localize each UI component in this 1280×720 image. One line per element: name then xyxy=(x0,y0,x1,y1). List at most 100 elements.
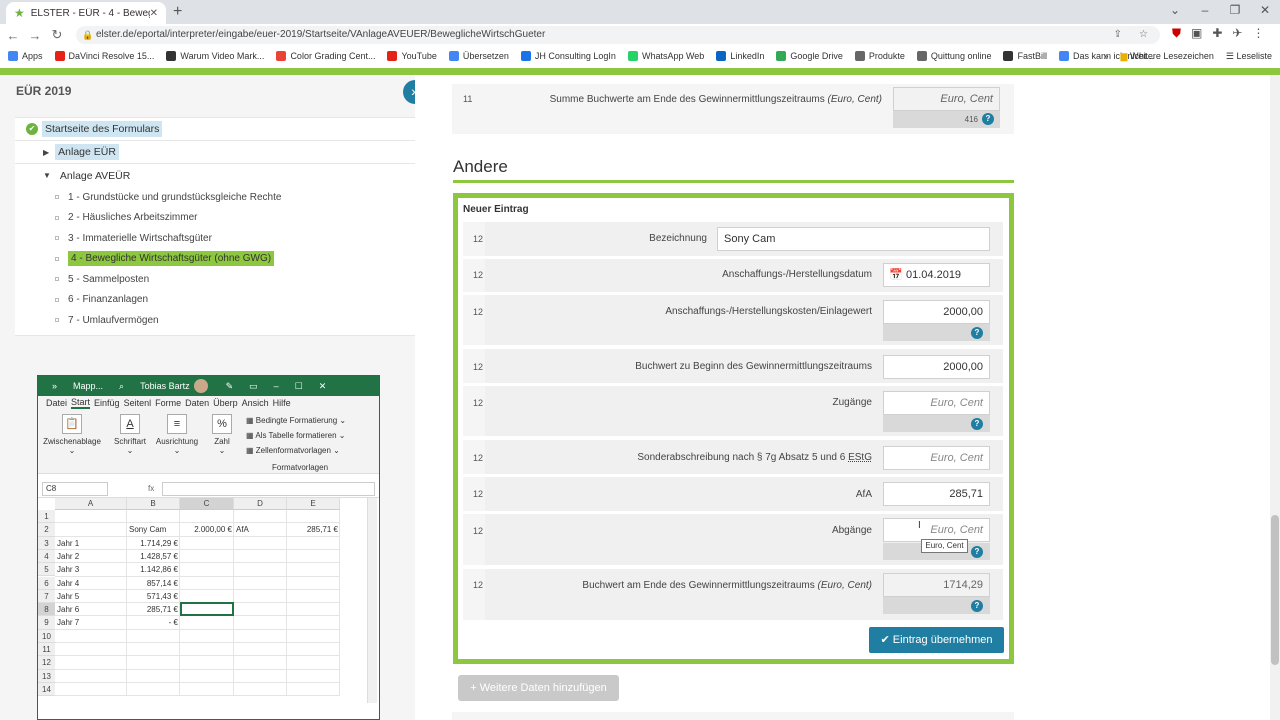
row-header[interactable]: 2 xyxy=(38,523,55,537)
cell[interactable]: 1.714,29 € xyxy=(129,537,178,550)
minimize-icon[interactable]: – xyxy=(1190,0,1220,24)
row-header[interactable]: 8 xyxy=(38,603,55,617)
help-icon[interactable]: ? xyxy=(971,327,983,339)
row-header[interactable]: 5 xyxy=(38,563,55,577)
nav-anlage-eur[interactable]: ▶ Anlage EÜR xyxy=(15,141,415,164)
bookmark-item[interactable]: JH Consulting LogIn xyxy=(520,51,616,61)
bookmark-item[interactable]: YouTube xyxy=(387,51,437,61)
row-header[interactable]: 9 xyxy=(38,616,55,630)
reading-list-button[interactable]: ☰ Leseliste xyxy=(1226,51,1272,62)
row-header[interactable]: 7 xyxy=(38,589,55,604)
nav-subitem[interactable]: 2 - Häusliches Arbeitszimmer xyxy=(15,208,415,229)
ribbon-display-icon[interactable]: ▭ xyxy=(249,381,258,392)
cell[interactable]: Jahr 6 xyxy=(57,603,125,616)
excel-menu-tab[interactable]: Start xyxy=(71,397,91,409)
nav-anlage-aveur[interactable]: ▼ Anlage AVEÜR xyxy=(15,164,415,187)
plane-icon[interactable]: ✈ xyxy=(1232,26,1242,41)
nav-subitem[interactable]: 1 - Grundstücke und grundstücksgleiche R… xyxy=(15,187,415,208)
page-scrollbar-thumb[interactable] xyxy=(1271,515,1279,665)
avatar[interactable] xyxy=(193,379,208,393)
maximize-icon[interactable]: ☐ xyxy=(295,381,303,392)
restore-icon[interactable]: ❐ xyxy=(1220,0,1250,24)
excel-search-icon[interactable]: ⌕ xyxy=(119,381,124,392)
row-header[interactable]: 14 xyxy=(38,682,55,697)
cell[interactable]: 1.142,86 € xyxy=(129,563,178,576)
sonderabschreibung-input[interactable]: Euro, Cent xyxy=(883,446,990,470)
name-box[interactable]: C8 xyxy=(42,481,108,496)
nav-subitem[interactable]: 6 - Finanzanlagen xyxy=(15,290,415,311)
cell[interactable]: 1.428,57 € xyxy=(129,550,178,563)
afa-input[interactable]: 285,71 xyxy=(883,482,990,506)
column-header[interactable]: C xyxy=(180,498,234,510)
cell[interactable]: Jahr 2 xyxy=(57,550,125,563)
cell[interactable]: Jahr 3 xyxy=(57,563,125,576)
close-window-icon[interactable]: ✕ xyxy=(1250,0,1280,24)
eintrag-uebernehmen-button[interactable]: ✔ Eintrag übernehmen xyxy=(869,627,1004,653)
help-icon[interactable]: ? xyxy=(971,546,983,558)
cell[interactable]: 571,43 € xyxy=(129,590,178,603)
row-header[interactable]: 1 xyxy=(38,510,55,524)
minimize-icon[interactable]: – xyxy=(274,381,279,391)
cell[interactable]: AfA xyxy=(236,523,285,536)
cell[interactable]: Jahr 7 xyxy=(57,616,125,629)
share-icon[interactable]: ⇪ xyxy=(1114,26,1122,44)
bookmark-item[interactable]: Color Grading Cent... xyxy=(276,51,375,61)
extension-icon[interactable]: ▣ xyxy=(1191,26,1202,41)
datum-input[interactable]: 📅 01.04.2019 xyxy=(883,263,990,287)
cell[interactable]: Jahr 5 xyxy=(57,590,125,603)
help-icon[interactable]: ? xyxy=(982,113,994,125)
bookmark-item[interactable]: DaVinci Resolve 15... xyxy=(54,51,154,61)
bookmark-item[interactable]: Warum Video Mark... xyxy=(166,51,264,61)
cell-styles-button[interactable]: ▦ Zellenformatvorlagen ⌄ xyxy=(246,446,340,455)
caret-right-icon[interactable]: ▶ xyxy=(43,148,49,157)
url-bar[interactable]: 🔒 elster.de/eportal/interpreter/eingabe/… xyxy=(76,26,1160,44)
puzzle-icon[interactable]: ✚ xyxy=(1212,26,1222,41)
bookmark-item[interactable]: Produkte xyxy=(854,51,905,61)
excel-menu-tab[interactable]: Überp xyxy=(213,398,238,408)
row-header[interactable]: 12 xyxy=(38,656,55,670)
row-header[interactable]: 11 xyxy=(38,643,55,657)
nav-subitem[interactable]: 3 - Immaterielle Wirtschaftsgüter xyxy=(15,228,415,249)
row-header[interactable]: 10 xyxy=(38,629,55,643)
conditional-formatting-button[interactable]: ▦ Bedingte Formatierung ⌄ xyxy=(246,416,346,425)
pen-icon[interactable]: ✎ xyxy=(226,381,234,392)
selected-cell[interactable] xyxy=(180,602,234,617)
excel-menu-tab[interactable]: Einfüg xyxy=(94,398,120,408)
chevron-down-icon[interactable]: ⌄ xyxy=(1160,0,1190,24)
caret-down-icon[interactable]: ▼ xyxy=(43,171,51,180)
estg-abbr[interactable]: EStG xyxy=(848,452,872,463)
cell[interactable]: - € xyxy=(129,616,178,629)
nav-subitem[interactable]: 7 - Umlaufvermögen xyxy=(15,310,415,331)
bookmark-item[interactable]: FastBill xyxy=(1003,51,1047,61)
new-tab-icon[interactable]: + xyxy=(173,3,182,21)
bookmark-item[interactable]: WhatsApp Web xyxy=(627,51,704,61)
excel-menu-tab[interactable]: Forme xyxy=(155,398,181,408)
close-tab-icon[interactable]: ✕ xyxy=(150,8,158,19)
number-group[interactable]: % Zahl ⌄ xyxy=(208,414,236,455)
bookmark-item[interactable]: LinkedIn xyxy=(716,51,764,61)
format-as-table-button[interactable]: ▦ Als Tabelle formatieren ⌄ xyxy=(246,431,346,440)
nav-startseite[interactable]: ✔ Startseite des Formulars xyxy=(15,118,415,141)
cell[interactable]: Sony Cam xyxy=(129,523,178,536)
row-header[interactable]: 4 xyxy=(38,549,55,564)
close-icon[interactable]: ✕ xyxy=(319,381,327,392)
bookmark-item[interactable]: Übersetzen xyxy=(448,51,509,61)
menu-dots-icon[interactable]: ⋮ xyxy=(1252,26,1264,41)
excel-menu-tab[interactable]: Hilfe xyxy=(273,398,291,408)
ublock-icon[interactable]: ⛊ xyxy=(1172,26,1181,41)
clipboard-group[interactable]: 📋 Zwischenablage ⌄ xyxy=(42,414,102,455)
cell[interactable]: 2.000,00 € xyxy=(182,523,232,536)
lock-icon[interactable]: 🔒 xyxy=(82,26,93,44)
bookmark-item[interactable]: Apps xyxy=(8,51,43,61)
excel-menu-tab[interactable]: Daten xyxy=(185,398,209,408)
calendar-icon[interactable]: 📅 xyxy=(889,264,903,286)
column-header[interactable]: D xyxy=(234,498,287,510)
nav-subitem[interactable]: 4 - Bewegliche Wirtschaftsgüter (ohne GW… xyxy=(15,249,415,270)
column-header[interactable]: E xyxy=(287,498,340,510)
bezeichnung-input[interactable]: Sony Cam xyxy=(717,227,990,251)
excel-menu-tab[interactable]: Datei xyxy=(46,398,67,408)
help-icon[interactable]: ? xyxy=(971,418,983,430)
other-bookmarks-button[interactable]: ▆ Weitere Lesezeichen xyxy=(1121,51,1214,62)
bookmark-item[interactable]: Quittung online xyxy=(916,51,991,61)
formula-input[interactable] xyxy=(162,481,375,496)
